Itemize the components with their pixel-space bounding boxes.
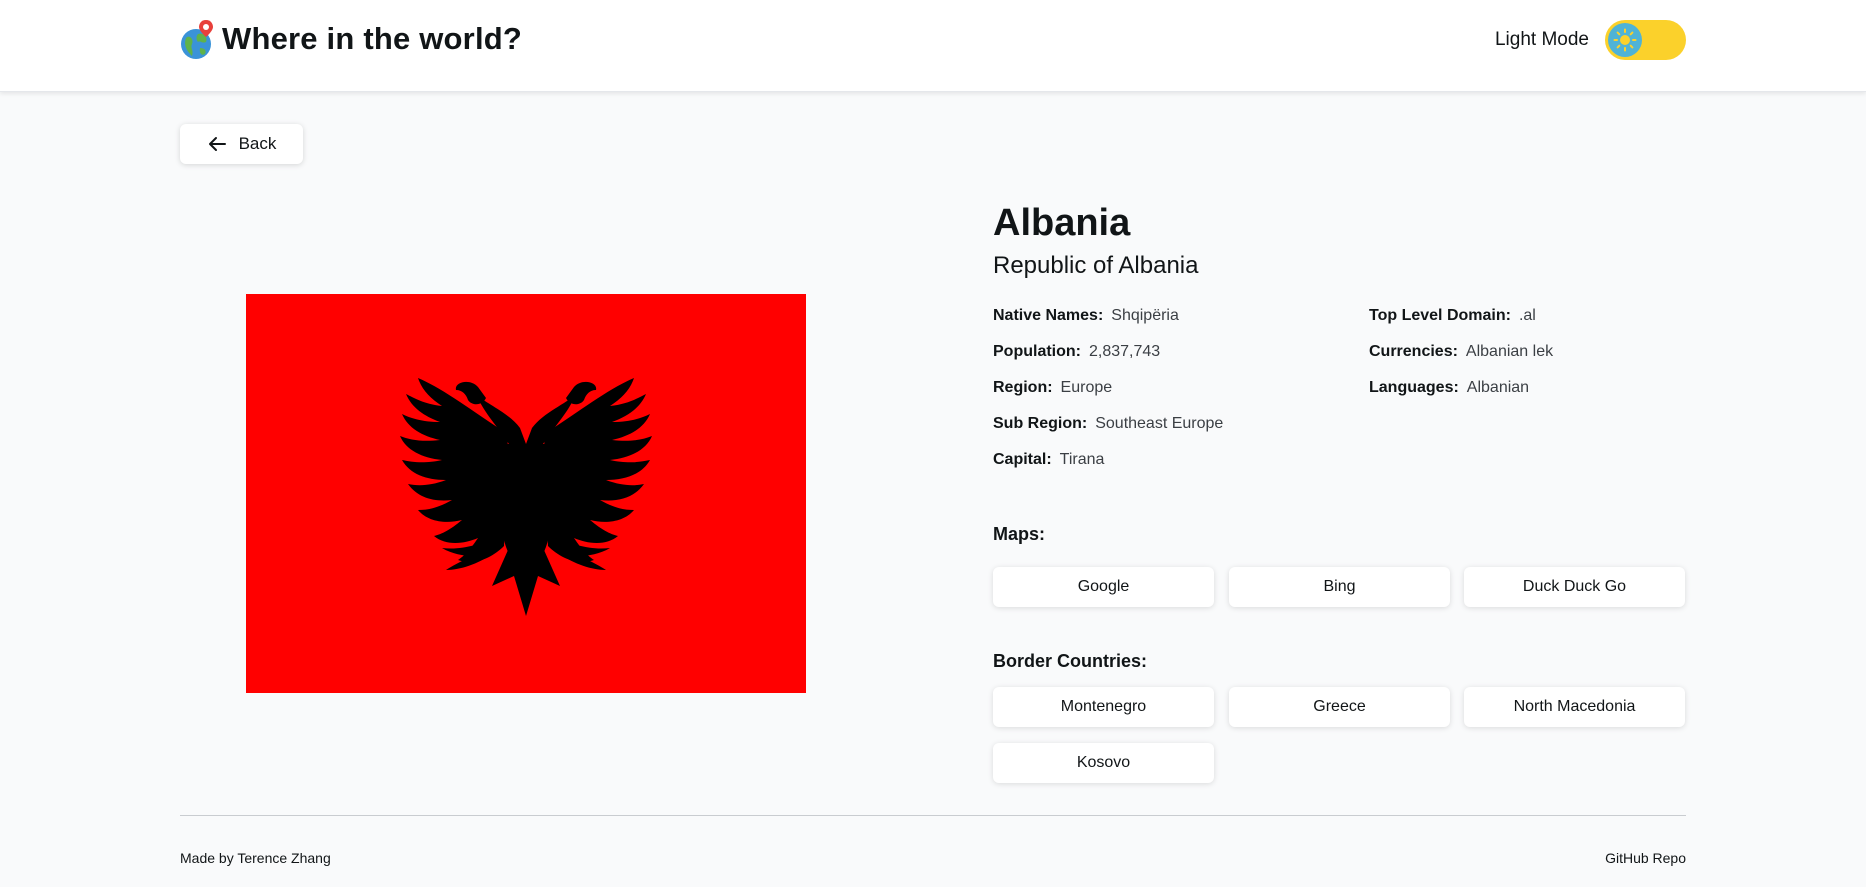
border-country-button[interactable]: Montenegro [993, 687, 1214, 727]
border-country-button[interactable]: North Macedonia [1464, 687, 1685, 727]
info-value: Albanian lek [1465, 343, 1554, 360]
arrow-left-icon [208, 137, 226, 151]
country-name: Albania [993, 202, 1131, 244]
info-sub-region: Sub Region: Southeast Europe [993, 414, 1223, 450]
info-value: .al [1518, 307, 1536, 324]
info-value: Tirana [1059, 451, 1105, 468]
info-value: Shqipëria [1111, 307, 1179, 324]
info-key: Native Names: [993, 307, 1104, 324]
app-title: Where in the world? [222, 21, 523, 56]
info-value: Europe [1060, 379, 1113, 396]
theme-switch: Light Mode [1495, 20, 1686, 60]
sun-icon [1613, 28, 1637, 52]
info-value: Albanian [1466, 379, 1530, 396]
border-country-button[interactable]: Greece [1229, 687, 1450, 727]
map-link-bing[interactable]: Bing [1229, 567, 1450, 607]
globe-pin-icon [181, 20, 213, 59]
theme-mode-label: Light Mode [1494, 29, 1589, 50]
info-native-names: Native Names: Shqipëria [993, 306, 1223, 342]
info-key: Languages: [1369, 379, 1459, 396]
info-region: Region: Europe [993, 378, 1223, 414]
info-value: 2,837,743 [1088, 343, 1161, 360]
github-repo-link[interactable]: GitHub Repo [1605, 850, 1686, 866]
site-header: Where in the world? Light Mode [0, 0, 1866, 92]
albania-flag-icon [246, 294, 806, 693]
footer-divider [180, 815, 1686, 816]
border-country-button[interactable]: Kosovo [993, 743, 1214, 783]
country-official-name: Republic of Albania [993, 252, 1199, 279]
info-key: Sub Region: [993, 415, 1088, 432]
info-capital: Capital: Tirana [993, 450, 1223, 486]
map-link-google[interactable]: Google [993, 567, 1214, 607]
map-link-duckduckgo[interactable]: Duck Duck Go [1464, 567, 1685, 607]
info-currencies: Currencies: Albanian lek [1369, 342, 1553, 378]
back-button-label: Back [238, 134, 277, 153]
logo[interactable]: Where in the world? [180, 18, 522, 60]
footer-credit: Made by Terence Zhang [180, 850, 331, 866]
info-column-right: Top Level Domain: .al Currencies: Albanian… [1369, 306, 1553, 414]
border-countries-title: Border Countries: [993, 651, 1148, 671]
info-key: Region: [993, 379, 1053, 396]
country-flag [246, 294, 806, 693]
country-details: Albania Republic of Albania Native Names… [993, 200, 1685, 783]
info-key: Population: [993, 343, 1081, 360]
info-top-level-domain: Top Level Domain: .al [1369, 306, 1553, 342]
info-value: Southeast Europe [1095, 415, 1224, 432]
back-button[interactable]: Back [180, 124, 303, 164]
theme-toggle[interactable] [1605, 20, 1686, 60]
info-key: Top Level Domain: [1369, 307, 1511, 324]
toggle-knob [1608, 23, 1642, 57]
info-column-left: Native Names: Shqipëria Population: 2,837,… [993, 306, 1223, 486]
info-key: Capital: [993, 451, 1052, 468]
country-info: Native Names: Shqipëria Population: 2,837,… [993, 306, 1685, 496]
info-population: Population: 2,837,743 [993, 342, 1223, 378]
info-languages: Languages: Albanian [1369, 378, 1553, 414]
info-key: Currencies: [1369, 343, 1458, 360]
maps-title: Maps: [993, 524, 1046, 544]
